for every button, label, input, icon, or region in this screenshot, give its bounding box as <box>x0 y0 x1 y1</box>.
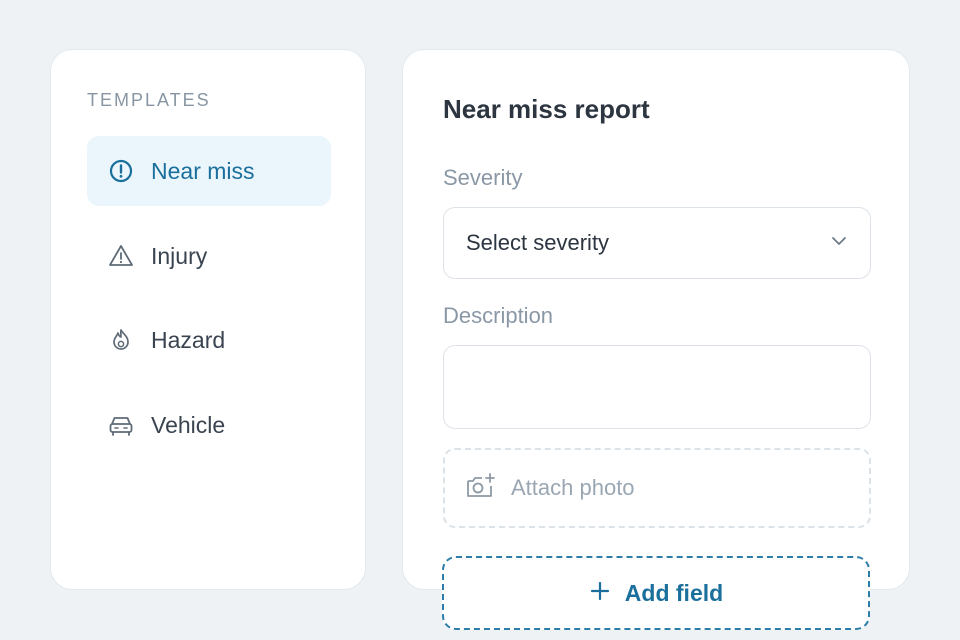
templates-heading: TEMPLATES <box>87 90 211 110</box>
template-label: Vehicle <box>151 411 226 438</box>
plus-icon <box>589 579 611 607</box>
templates-panel: TEMPLATES Near miss Injury Hazard Vehicl… <box>50 49 366 590</box>
add-field-button[interactable]: Add field <box>442 556 870 630</box>
template-label: Injury <box>151 242 208 269</box>
add-field-label: Add field <box>624 579 724 606</box>
template-label: Hazard <box>151 326 226 353</box>
warning-triangle-icon <box>107 242 135 270</box>
flame-icon <box>107 326 135 354</box>
severity-label: Severity <box>443 165 523 190</box>
attach-photo-button[interactable]: Attach photo <box>443 448 871 528</box>
car-icon <box>107 411 135 439</box>
template-item-near-miss[interactable]: Near miss <box>87 136 331 206</box>
chevron-down-icon <box>830 234 848 252</box>
form-panel: Near miss report Severity Select severit… <box>402 49 910 590</box>
description-field[interactable] <box>443 345 871 429</box>
template-label: Near miss <box>151 157 255 184</box>
alert-circle-icon <box>107 157 135 185</box>
severity-select-value: Select severity <box>466 230 610 255</box>
template-item-hazard[interactable]: Hazard <box>87 305 331 375</box>
attach-photo-label: Attach photo <box>511 475 635 500</box>
severity-select[interactable]: Select severity <box>443 207 871 279</box>
template-item-injury[interactable]: Injury <box>87 221 331 291</box>
form-title: Near miss report <box>443 94 650 124</box>
template-item-vehicle[interactable]: Vehicle <box>87 390 331 460</box>
camera-plus-icon <box>465 472 497 505</box>
description-label: Description <box>443 303 554 328</box>
